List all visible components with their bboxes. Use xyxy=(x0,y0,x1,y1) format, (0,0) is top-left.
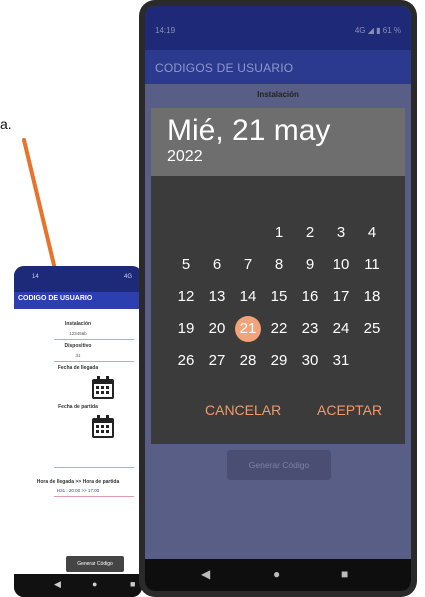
small-form: Instalación 123456b Dispositivo 31 Fecha… xyxy=(14,309,142,574)
big-status-bar: 14:19 4G ◢ ▮ 61 % xyxy=(145,6,411,50)
calendar-day[interactable]: 20 xyxy=(204,316,230,342)
calendar-day[interactable]: 23 xyxy=(297,316,323,342)
small-status-time: 14 xyxy=(32,274,39,280)
calendar-day[interactable]: 12 xyxy=(173,284,199,310)
calendar-day[interactable]: 18 xyxy=(359,284,385,310)
calendar-day[interactable]: 31 xyxy=(328,348,354,374)
calendar-day[interactable]: 6 xyxy=(204,252,230,278)
small-app-title: CODIGO DE USUARIO xyxy=(18,295,93,302)
big-generate-button[interactable]: Generar Código xyxy=(227,450,331,480)
small-hora-value[interactable]: H31 : 20:00 >> 17:00 xyxy=(14,488,142,493)
date-picker-header: Mié, 21 may 2022 xyxy=(151,108,405,176)
small-nav-bar: ◀ ● ■ xyxy=(14,574,142,597)
calendar-day[interactable]: 10 xyxy=(328,252,354,278)
calendar-icon-arrival[interactable] xyxy=(90,375,116,401)
selected-year[interactable]: 2022 xyxy=(167,148,203,166)
date-picker-dialog: Mié, 21 may 2022 1 2 3 4 5 6 7 8 9 10 11 12 13 14 15 16… xyxy=(151,108,405,444)
calendar-day[interactable]: 17 xyxy=(328,284,354,310)
cancel-button[interactable]: CANCELAR xyxy=(205,402,281,418)
big-status-network: 4G ◢ ▮ 61 % xyxy=(354,26,401,35)
back-icon[interactable]: ◀ xyxy=(54,579,61,590)
calendar-day[interactable]: 29 xyxy=(266,348,292,374)
small-app-bar: CODIGO DE USUARIO xyxy=(14,292,142,309)
small-fecha-partida-label: Fecha de partida xyxy=(58,404,98,410)
calendar-day[interactable]: 26 xyxy=(173,348,199,374)
calendar-day[interactable]: 25 xyxy=(359,316,385,342)
calendar-day[interactable]: 5 xyxy=(173,252,199,278)
calendar-day[interactable]: 28 xyxy=(235,348,261,374)
selected-date-header[interactable]: Mié, 21 may xyxy=(167,114,330,148)
small-hora-label: Hora de llegada >> Hora de partida xyxy=(36,479,120,485)
small-divider xyxy=(54,361,134,362)
calendar-day[interactable]: 8 xyxy=(266,252,292,278)
small-divider xyxy=(54,339,134,340)
calendar-day[interactable]: 11 xyxy=(359,252,385,278)
big-phone: 14:19 4G ◢ ▮ 61 % CODIGOS DE USUARIO Ins… xyxy=(139,0,417,597)
calendar-day[interactable]: 9 xyxy=(297,252,323,278)
big-instalacion-label: Instalación xyxy=(257,90,299,99)
calendar-day[interactable]: 16 xyxy=(297,284,323,310)
small-dispositivo-value[interactable]: 31 xyxy=(14,353,142,358)
calendar-icon-departure[interactable] xyxy=(90,414,116,440)
calendar-day[interactable]: 1 xyxy=(266,220,292,246)
small-dispositivo-label: Dispositivo xyxy=(64,343,92,349)
small-instalacion-value[interactable]: 123456b xyxy=(14,331,142,336)
calendar-day[interactable]: 15 xyxy=(266,284,292,310)
calendar-day[interactable]: 4 xyxy=(359,220,385,246)
recent-apps-icon[interactable]: ■ xyxy=(341,567,348,581)
home-icon[interactable]: ● xyxy=(92,579,97,589)
big-screen: 14:19 4G ◢ ▮ 61 % CODIGOS DE USUARIO Ins… xyxy=(145,6,411,591)
small-status-network: 4G xyxy=(124,274,133,280)
home-icon[interactable]: ● xyxy=(273,567,280,581)
calendar-day[interactable]: 3 xyxy=(328,220,354,246)
calendar-day[interactable]: 14 xyxy=(235,284,261,310)
big-app-title: CODIGOS DE USUARIO xyxy=(155,61,294,75)
small-phone: 14 4G CODIGO DE USUARIO Instalación 1234… xyxy=(14,266,142,597)
recent-apps-icon[interactable]: ■ xyxy=(130,579,135,589)
calendar-day[interactable]: 13 xyxy=(204,284,230,310)
calendar-day[interactable]: 27 xyxy=(204,348,230,374)
small-status-bar: 14 4G xyxy=(14,266,142,292)
back-icon[interactable]: ◀ xyxy=(201,567,210,581)
big-app-bar: CODIGOS DE USUARIO xyxy=(145,50,411,84)
calendar-day[interactable]: 30 xyxy=(297,348,323,374)
small-generate-button[interactable]: Generar Código xyxy=(66,556,124,572)
calendar-day[interactable]: 7 xyxy=(235,252,261,278)
big-nav-bar: ◀ ● ■ xyxy=(145,559,411,591)
calendar-day[interactable]: 2 xyxy=(297,220,323,246)
small-divider xyxy=(54,467,134,468)
calendar-day[interactable]: 24 xyxy=(328,316,354,342)
small-fecha-llegada-label: Fecha de llegada xyxy=(57,365,99,371)
calendar-day[interactable]: 22 xyxy=(266,316,292,342)
calendar-day-selected[interactable]: 21 xyxy=(235,316,261,342)
small-instalacion-label: Instalación xyxy=(64,321,92,327)
accept-button[interactable]: ACEPTAR xyxy=(317,402,382,418)
big-status-time: 14:19 xyxy=(155,26,176,35)
small-divider xyxy=(54,496,134,497)
calendar-day[interactable]: 19 xyxy=(173,316,199,342)
